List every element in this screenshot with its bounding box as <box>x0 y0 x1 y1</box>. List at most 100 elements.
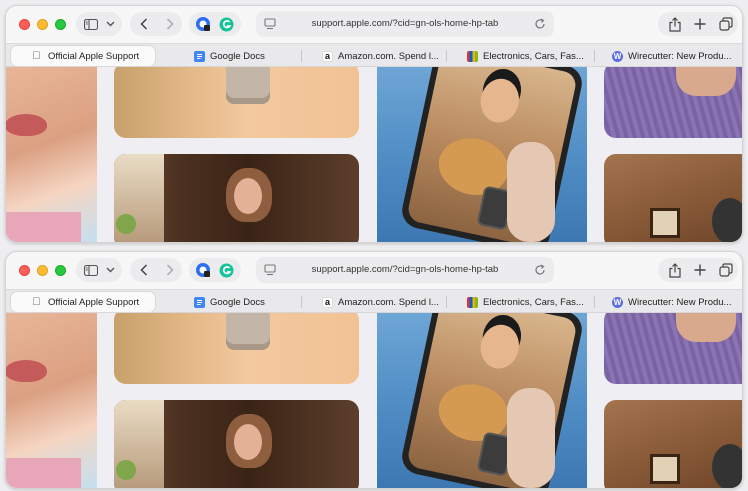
tab-label: Wirecutter: New Produ... <box>628 50 732 62</box>
tab-label: Wirecutter: New Produ... <box>628 296 732 308</box>
image-room <box>604 400 742 488</box>
hero-image-woman <box>6 313 97 488</box>
tab-amazon[interactable]: a Amazon.com. Spend l... <box>322 46 440 66</box>
wirecutter-icon: W <box>612 296 623 308</box>
hand-shape <box>507 142 555 242</box>
tab-label: Official Apple Support <box>48 296 140 308</box>
tab-wirecutter[interactable]: W Wirecutter: New Produ... <box>612 292 738 312</box>
back-button[interactable] <box>140 264 148 276</box>
url-text: support.apple.com/?cid=gn-ols-home-hp-ta… <box>311 18 499 29</box>
zoom-window-button[interactable] <box>55 19 66 30</box>
favorites-bar:  Official Apple Support Google Docs a A… <box>6 289 742 313</box>
tab-overview-icon[interactable] <box>719 17 733 31</box>
apple-icon:  <box>31 50 42 62</box>
phone-shape <box>398 313 586 488</box>
tab-label: Electronics, Cars, Fas... <box>483 50 584 62</box>
image-watch <box>114 313 359 384</box>
tab-label: Electronics, Cars, Fas... <box>483 296 584 308</box>
sweater-shape <box>6 458 81 488</box>
tab-label: Amazon.com. Spend l... <box>338 296 439 308</box>
face-shape <box>476 321 523 373</box>
browser-window: support.apple.com/?cid=gn-ols-home-hp-ta… <box>5 5 743 243</box>
reload-icon[interactable] <box>534 264 546 276</box>
tab-google-docs[interactable]: Google Docs <box>194 46 294 66</box>
grammarly-icon[interactable] <box>219 263 234 278</box>
grammarly-icon[interactable] <box>219 17 234 32</box>
amazon-icon: a <box>322 50 333 62</box>
image-woman-desk <box>114 154 359 242</box>
tab-separator <box>446 50 447 62</box>
address-bar[interactable]: support.apple.com/?cid=gn-ols-home-hp-ta… <box>256 257 554 283</box>
reload-icon[interactable] <box>534 18 546 30</box>
close-window-button[interactable] <box>19 265 30 276</box>
plant-shape <box>116 460 136 480</box>
minimize-window-button[interactable] <box>37 19 48 30</box>
amazon-icon: a <box>322 296 333 308</box>
sweater-shape <box>6 212 81 242</box>
google-docs-icon <box>194 50 205 62</box>
new-tab-icon[interactable] <box>694 264 706 276</box>
tab-overview-icon[interactable] <box>719 263 733 277</box>
tab-ebay[interactable]: Electronics, Cars, Fas... <box>467 292 587 312</box>
hand-shape <box>507 388 555 488</box>
tab-separator <box>594 296 595 308</box>
tab-label: Google Docs <box>210 296 265 308</box>
google-docs-icon <box>194 296 205 308</box>
image-room <box>604 154 742 242</box>
tab-google-docs[interactable]: Google Docs <box>194 292 294 312</box>
lips-shape <box>6 114 47 136</box>
password-extension-icon[interactable] <box>195 262 211 278</box>
tab-separator <box>301 296 302 308</box>
hero-image-woman <box>6 67 97 242</box>
image-facetime-guitar <box>377 67 587 242</box>
zoom-window-button[interactable] <box>55 265 66 276</box>
share-icon[interactable] <box>669 262 681 278</box>
tab-separator <box>301 50 302 62</box>
address-bar[interactable]: support.apple.com/?cid=gn-ols-home-hp-ta… <box>256 11 554 37</box>
page-menu-icon[interactable] <box>264 18 276 30</box>
image-woman-desk <box>114 400 359 488</box>
image-watch <box>114 67 359 138</box>
toolbar: support.apple.com/?cid=gn-ols-home-hp-ta… <box>6 252 742 289</box>
watch-shape <box>226 67 270 104</box>
sidebar-toggle-button[interactable] <box>76 12 122 36</box>
tab-label: Google Docs <box>210 50 265 62</box>
ebay-icon <box>467 296 478 308</box>
tab-wirecutter[interactable]: W Wirecutter: New Produ... <box>612 46 738 66</box>
tab-separator <box>446 296 447 308</box>
password-extension-icon[interactable] <box>195 16 211 32</box>
forward-button[interactable] <box>166 264 174 276</box>
back-button[interactable] <box>140 18 148 30</box>
tab-label: Amazon.com. Spend l... <box>338 50 439 62</box>
image-facetime-guitar <box>377 313 587 488</box>
frame-shape <box>650 208 680 238</box>
page-menu-icon[interactable] <box>264 264 276 276</box>
favorites-bar:  Official Apple Support Google Docs a A… <box>6 43 742 67</box>
toolbar: support.apple.com/?cid=gn-ols-home-hp-ta… <box>6 6 742 43</box>
close-window-button[interactable] <box>19 19 30 30</box>
chevron-down-icon[interactable] <box>106 21 115 27</box>
hand-shape <box>676 67 736 96</box>
frame-shape <box>650 454 680 484</box>
sidebar-icon <box>84 264 98 276</box>
navigation-buttons <box>130 258 182 282</box>
chevron-down-icon[interactable] <box>106 267 115 273</box>
window-actions <box>658 12 738 36</box>
new-tab-icon[interactable] <box>694 18 706 30</box>
lips-shape <box>6 360 47 382</box>
web-content <box>6 313 742 488</box>
ebay-icon <box>467 50 478 62</box>
tab-amazon[interactable]: a Amazon.com. Spend l... <box>322 292 440 312</box>
face-shape <box>234 424 262 460</box>
face-shape <box>234 178 262 214</box>
forward-button[interactable] <box>166 18 174 30</box>
tab-official-apple-support[interactable]:  Official Apple Support <box>11 292 155 312</box>
sidebar-toggle-button[interactable] <box>76 258 122 282</box>
share-icon[interactable] <box>669 16 681 32</box>
tab-label: Official Apple Support <box>48 50 140 62</box>
minimize-window-button[interactable] <box>37 265 48 276</box>
tab-official-apple-support[interactable]:  Official Apple Support <box>11 46 155 66</box>
tab-ebay[interactable]: Electronics, Cars, Fas... <box>467 46 587 66</box>
sidebar-icon <box>84 18 98 30</box>
wirecutter-icon: W <box>612 50 623 62</box>
